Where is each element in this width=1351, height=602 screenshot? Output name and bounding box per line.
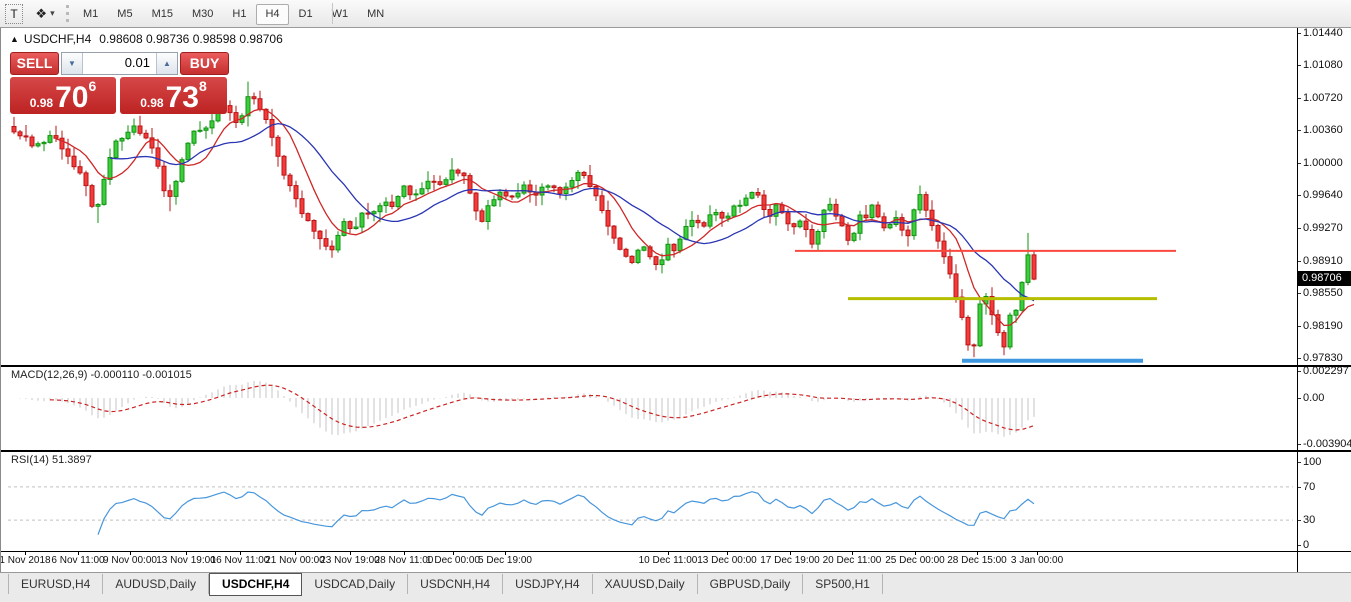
timeframe-button-m1[interactable]: M1 [74,4,107,25]
timeframe-button-d1[interactable]: D1 [290,4,322,25]
axis-tick [1298,33,1301,34]
axis-tick [1298,462,1301,463]
price-tick-label: 1.00360 [1303,123,1343,137]
sell-button[interactable]: SELL [10,52,59,75]
chart-frame [0,28,1,572]
price-tick-label: 0.99640 [1303,188,1343,202]
objects-icon: ❖ [35,6,47,21]
chart-tab-usdjpy-h4[interactable]: USDJPY,H4 [503,574,592,594]
dropdown-caret-icon: ▾ [50,8,55,18]
axis-tick [1298,371,1301,372]
pane-divider[interactable] [0,365,1351,367]
symbol-label: USDCHF,H4 [24,32,91,46]
axis-tick [1298,520,1301,521]
ohlc-values: 0.98608 0.98736 0.98598 0.98706 [99,32,283,46]
price-tick-label: 0.99270 [1303,221,1343,235]
axis-tick [1298,228,1301,229]
chart-tab-gbpusd-daily[interactable]: GBPUSD,Daily [698,574,804,594]
volume-increase-button[interactable]: ▲ [156,53,177,74]
price-tick-label: 0.98910 [1303,254,1343,268]
sell-price-display[interactable]: 0.98 70 6 [10,77,116,114]
buy-button[interactable]: BUY [180,52,229,75]
axis-tick [1298,163,1301,164]
one-click-trading-panel: SELL ▼ 0.01 ▲ BUY 0.98 70 6 0.98 73 8 [10,52,229,114]
time-tick-label: 5 Dec 19:00 [465,555,545,566]
pane-divider [0,551,1351,552]
buy-price-big: 73 [166,85,199,111]
axis-tick [1298,98,1301,99]
buy-price-display[interactable]: 0.98 73 8 [120,77,227,114]
toolbar-grip[interactable] [66,5,69,22]
current-price-badge: 0.98706 [1298,271,1351,286]
timeframe-toolbar: M1M5M15M30H1H4D1W1MN [74,4,394,25]
axis-tick [1298,487,1301,488]
buy-price-prefix: 0.98 [140,96,163,111]
price-tick-label: 1.01440 [1303,26,1343,40]
timeframe-button-h4[interactable]: H4 [256,4,288,25]
timeframe-button-mn[interactable]: MN [358,4,393,25]
macd-tick-label: 0.00 [1303,391,1324,405]
axis-tick [1298,398,1301,399]
chart-tab-sp500-h1[interactable]: SP500,H1 [803,574,883,594]
price-tick-label: 0.98190 [1303,319,1343,333]
axis-tick [1298,545,1301,546]
chart-window: ▲ USDCHF,H4 0.98608 0.98736 0.98598 0.9870… [0,28,1351,572]
timeframe-button-h1[interactable]: H1 [223,4,255,25]
collapse-arrow-icon[interactable]: ▲ [10,34,19,44]
rsi-tick-label: 70 [1303,480,1315,494]
macd-indicator-pane[interactable] [0,367,1297,450]
price-tick-label: 1.00000 [1303,156,1343,170]
price-tick-label: 0.97830 [1303,351,1343,365]
chart-tab-usdcad-daily[interactable]: USDCAD,Daily [302,574,408,594]
axis-tick [1298,444,1301,445]
chart-title: ▲ USDCHF,H4 0.98608 0.98736 0.98598 0.9870… [10,32,283,46]
timeframe-button-m30[interactable]: M30 [183,4,222,25]
price-tick-label: 1.01080 [1303,58,1343,72]
mt4-window: T ❖▾ M1M5M15M30H1H4D1W1MN ▲ USDCHF,H4 0.98… [0,0,1351,602]
timeframe-button-m15[interactable]: M15 [143,4,182,25]
chart-tab-audusd-daily[interactable]: AUDUSD,Daily [103,574,209,594]
sell-price-prefix: 0.98 [30,96,53,111]
sell-price-big: 70 [55,85,88,111]
toolbar-separator [332,3,333,24]
axis-tick [1298,326,1301,327]
macd-label: MACD(12,26,9) -0.000110 -0.001015 [11,369,192,381]
rsi-tick-label: 100 [1303,455,1321,469]
chart-tab-usdcnh-h4[interactable]: USDCNH,H4 [408,574,503,594]
chart-tab-eurusd-h4[interactable]: EURUSD,H4 [8,574,103,594]
timeframe-button-w1[interactable]: W1 [323,4,358,25]
volume-decrease-button[interactable]: ▼ [62,53,83,74]
chart-tab-usdchf-h4[interactable]: USDCHF,H4 [209,573,302,596]
axis-tick [1298,261,1301,262]
axis-tick [1298,65,1301,66]
time-tick-label: 3 Jan 00:00 [997,555,1077,566]
axis-tick [1298,293,1301,294]
axis-separator [1297,28,1298,572]
chart-tab-bar: EURUSD,H4AUDUSD,DailyUSDCHF,H4USDCAD,Dai… [0,572,1351,602]
price-axis[interactable]: 1.01440 1.01080 1.00720 1.00360 1.00000 0.996… [1298,28,1351,572]
buy-price-pip: 8 [199,78,207,94]
price-tick-label: 1.00720 [1303,91,1343,105]
text-tool-button[interactable]: T [5,4,23,24]
rsi-tick-label: 30 [1303,513,1315,527]
toolbar: T ❖▾ M1M5M15M30H1H4D1W1MN [0,0,1351,28]
objects-tool-button[interactable]: ❖▾ [27,4,63,22]
timeframe-button-m5[interactable]: M5 [108,4,141,25]
axis-tick [1298,195,1301,196]
rsi-label: RSI(14) 51.3897 [11,454,92,466]
macd-tick-label: -0.003904 [1303,437,1351,451]
price-tick-label: 0.98550 [1303,286,1343,300]
volume-stepper: ▼ 0.01 ▲ [61,52,178,75]
pane-divider[interactable] [0,450,1351,452]
rsi-indicator-pane[interactable] [0,452,1297,551]
axis-tick [1298,130,1301,131]
chart-tab-xauusd-daily[interactable]: XAUUSD,Daily [593,574,698,594]
time-axis[interactable]: 1 Nov 20186 Nov 11:009 Nov 00:0013 Nov 1… [0,552,1297,572]
rsi-tick-label: 0 [1303,538,1309,552]
axis-tick [1298,358,1301,359]
volume-input[interactable]: 0.01 [83,53,156,74]
sell-price-pip: 6 [88,78,96,94]
